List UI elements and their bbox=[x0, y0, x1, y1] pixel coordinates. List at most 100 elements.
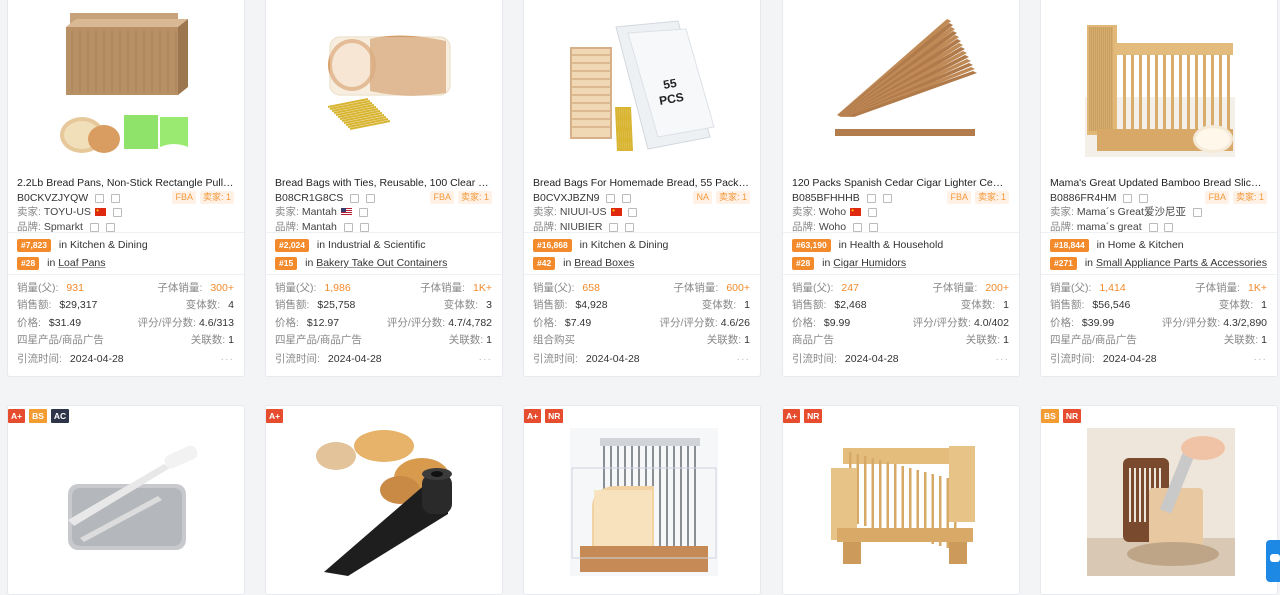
external-link-icon[interactable] bbox=[868, 222, 878, 232]
product-card[interactable]: 120 Packs Spanish Cedar Cigar Lighter Ce… bbox=[782, 0, 1020, 377]
more-options-icon[interactable]: ··· bbox=[221, 352, 235, 366]
rank-category[interactable]: Kitchen & Dining bbox=[591, 239, 669, 251]
product-image[interactable] bbox=[1087, 428, 1235, 576]
seller-name[interactable]: Mama´s Great爱沙尼亚 bbox=[1077, 206, 1186, 218]
flag-cn-icon bbox=[610, 208, 622, 217]
asin[interactable]: B0886FR4HM bbox=[1050, 192, 1117, 204]
metric-date: 引流时间: 2024-04-28 ··· bbox=[1050, 352, 1267, 366]
product-image[interactable]: 55 PCS bbox=[568, 7, 718, 157]
rank-subcategory[interactable]: Small Appliance Parts & Accessories bbox=[1096, 257, 1267, 269]
ad-type: 四星产品/商品广告 bbox=[275, 334, 362, 346]
product-image[interactable] bbox=[54, 428, 202, 576]
in-label: in bbox=[563, 257, 572, 269]
seller-name[interactable]: TOYU-US bbox=[44, 206, 91, 218]
seller-label: 卖家: bbox=[792, 206, 816, 218]
product-image[interactable] bbox=[829, 428, 977, 576]
related-value: 1 bbox=[228, 334, 234, 346]
external-link-icon[interactable] bbox=[105, 222, 115, 232]
seller-row: 卖家: Mantah bbox=[275, 205, 492, 219]
divider bbox=[524, 232, 760, 233]
metric-date: 引流时间: 2024-04-28 ··· bbox=[533, 352, 750, 366]
copy-icon[interactable] bbox=[89, 222, 99, 232]
copy-icon[interactable] bbox=[350, 193, 360, 203]
seller-row: 卖家: NIUUI-US bbox=[533, 205, 750, 219]
external-link-icon[interactable] bbox=[1164, 222, 1174, 232]
external-link-icon[interactable] bbox=[1139, 193, 1149, 203]
more-options-icon[interactable]: ··· bbox=[479, 352, 493, 366]
rank-category[interactable]: Industrial & Scientific bbox=[328, 239, 425, 251]
more-options-icon[interactable]: ··· bbox=[996, 352, 1010, 366]
external-link-icon[interactable] bbox=[359, 222, 369, 232]
product-image[interactable] bbox=[1085, 7, 1235, 157]
external-link-icon[interactable] bbox=[882, 193, 892, 203]
revenue-value: $56,546 bbox=[1092, 299, 1131, 311]
copy-icon[interactable] bbox=[95, 193, 105, 203]
rating-label: 评分/评分数: bbox=[137, 317, 196, 329]
external-link-icon[interactable] bbox=[1192, 207, 1202, 217]
copy-icon[interactable] bbox=[609, 222, 619, 232]
external-link-icon[interactable] bbox=[366, 193, 376, 203]
rank-subcategory[interactable]: Bakery Take Out Containers bbox=[316, 257, 447, 269]
external-link-icon[interactable] bbox=[625, 222, 635, 232]
sales-parent-value: 1,986 bbox=[324, 282, 351, 294]
rank-badge: #2,024 bbox=[275, 239, 309, 252]
product-card[interactable]: BS NR bbox=[1040, 405, 1278, 595]
external-link-icon[interactable] bbox=[868, 207, 878, 217]
external-link-icon[interactable] bbox=[111, 193, 121, 203]
product-card[interactable]: Bread Bags with Ties, Reusable, 100 Clea… bbox=[265, 0, 503, 377]
more-options-icon[interactable]: ··· bbox=[1254, 352, 1268, 366]
rank-subcategory[interactable]: Loaf Pans bbox=[58, 257, 105, 269]
product-title[interactable]: Bread Bags For Homemade Bread, 55 Pack C… bbox=[533, 176, 750, 190]
seller-name[interactable]: NIUUI-US bbox=[560, 206, 607, 218]
revenue-value: $2,468 bbox=[834, 299, 867, 311]
asin[interactable]: B085BFHHHB bbox=[792, 192, 860, 204]
metric-ads: 商品广告 关联数: 1 bbox=[792, 333, 1009, 347]
product-card[interactable]: A+ NR bbox=[782, 405, 1020, 595]
external-link-icon[interactable] bbox=[622, 193, 632, 203]
rank-category[interactable]: Home & Kitchen bbox=[1108, 239, 1184, 251]
sales-child-label: 子体销量: bbox=[932, 282, 978, 294]
external-link-icon[interactable] bbox=[112, 207, 122, 217]
chat-widget-button[interactable] bbox=[1266, 540, 1280, 582]
copy-icon[interactable] bbox=[606, 193, 616, 203]
asin[interactable]: B0CVXJBZN9 bbox=[533, 192, 600, 204]
seller-name[interactable]: Mantah bbox=[302, 206, 337, 218]
seller-name[interactable]: Woho bbox=[819, 206, 846, 218]
fulfillment-badge: NA bbox=[693, 191, 712, 204]
more-options-icon[interactable]: ··· bbox=[737, 352, 751, 366]
copy-icon[interactable] bbox=[1148, 222, 1158, 232]
product-image[interactable] bbox=[827, 7, 977, 157]
sales-child-label: 子体销量: bbox=[157, 282, 203, 294]
rating-label: 评分/评分数: bbox=[912, 317, 971, 329]
product-title[interactable]: 2.2Lb Bread Pans, Non-Stick Rectangle Pu… bbox=[17, 176, 234, 190]
copy-icon[interactable] bbox=[853, 222, 863, 232]
product-card[interactable]: Mama's Great Updated Bamboo Bread Slicer… bbox=[1040, 0, 1278, 377]
product-title[interactable]: Mama's Great Updated Bamboo Bread Slicer… bbox=[1050, 176, 1267, 190]
external-link-icon[interactable] bbox=[628, 207, 638, 217]
sales-parent-value: 658 bbox=[582, 282, 600, 294]
external-link-icon[interactable] bbox=[358, 207, 368, 217]
copy-icon[interactable] bbox=[1123, 193, 1133, 203]
asin[interactable]: B08CR1G8CS bbox=[275, 192, 343, 204]
product-title[interactable]: Bread Bags with Ties, Reusable, 100 Clea… bbox=[275, 176, 492, 190]
rank-category[interactable]: Kitchen & Dining bbox=[70, 239, 148, 251]
product-card[interactable]: A+ bbox=[265, 405, 503, 595]
rank-badge: #15 bbox=[275, 257, 298, 270]
rank-category[interactable]: Health & Household bbox=[850, 239, 943, 251]
product-image[interactable] bbox=[312, 428, 460, 576]
copy-icon[interactable] bbox=[866, 193, 876, 203]
product-card[interactable]: 2.2Lb Bread Pans, Non-Stick Rectangle Pu… bbox=[7, 0, 245, 377]
divider bbox=[783, 232, 1019, 233]
product-image[interactable] bbox=[570, 428, 718, 576]
product-title[interactable]: 120 Packs Spanish Cedar Cigar Lighter Ce… bbox=[792, 176, 1009, 190]
copy-icon[interactable] bbox=[343, 222, 353, 232]
product-image[interactable] bbox=[310, 7, 460, 157]
asin[interactable]: B0CKVZJYQW bbox=[17, 192, 88, 204]
rank-subcategory[interactable]: Cigar Humidors bbox=[833, 257, 906, 269]
rank-subcategory[interactable]: Bread Boxes bbox=[574, 257, 634, 269]
product-card[interactable]: A+ BS AC bbox=[7, 405, 245, 595]
product-card[interactable]: 55 PCS Bread Bags For Homemade Bread, 55… bbox=[523, 0, 761, 377]
product-card[interactable]: A+ NR bbox=[523, 405, 761, 595]
seller-label: 卖家: bbox=[17, 206, 41, 218]
product-image[interactable] bbox=[52, 7, 202, 157]
